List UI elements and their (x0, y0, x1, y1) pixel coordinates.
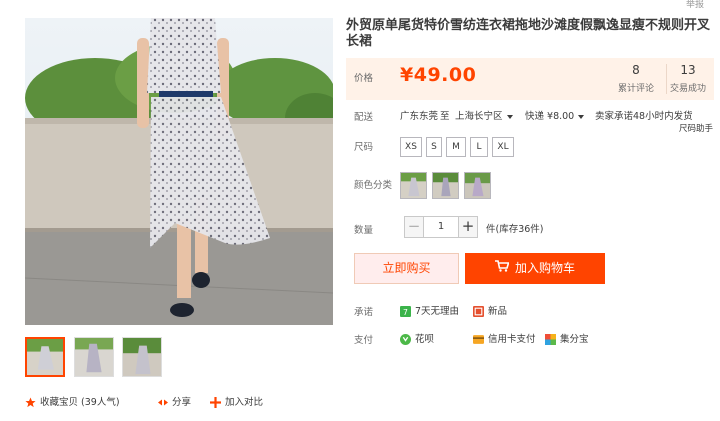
promise-7day[interactable]: 7 7天无理由 (400, 303, 459, 317)
plus-icon (210, 396, 221, 408)
color-swatch-2[interactable] (432, 172, 459, 199)
delivery-from: 广东东莞 (400, 111, 439, 122)
price-label: 价格 (354, 73, 374, 84)
share-link[interactable]: 分享 (157, 394, 191, 408)
payment-huabei-label: 花呗 (415, 334, 435, 345)
delivery-label: 配送 (354, 112, 374, 123)
sales-label: 交易成功 (669, 84, 706, 94)
delivery-destination: 上海长宁区 (455, 111, 503, 122)
compare-label: 加入对比 (225, 397, 264, 408)
shipping-select[interactable]: 快递 ¥8.00 (525, 108, 585, 122)
main-product-image[interactable] (25, 18, 333, 325)
color-label: 颜色分类 (354, 180, 393, 191)
share-label: 分享 (172, 397, 192, 408)
promise-label: 承诺 (354, 307, 374, 318)
quantity-increase-button[interactable]: + (458, 216, 478, 238)
color-swatch-3[interactable] (464, 172, 491, 199)
share-icon (157, 397, 168, 408)
shipping-fee: 快递 ¥8.00 (525, 111, 575, 122)
chevron-down-icon (506, 114, 513, 119)
promise-new[interactable]: 新品 (473, 303, 507, 317)
seven-day-icon: 7 (400, 305, 411, 317)
favorite-label: 收藏宝贝 (39人气) (40, 397, 120, 408)
size-option-l[interactable]: L (470, 137, 488, 157)
review-label[interactable]: 累计评论 (606, 81, 666, 94)
size-option-m[interactable]: M (446, 137, 466, 157)
review-count: 8 (632, 63, 640, 77)
delivery-destination-select[interactable]: 上海长宁区 (455, 108, 513, 122)
compare-link[interactable]: 加入对比 (210, 394, 263, 408)
payment-huabei[interactable]: 花呗 (400, 331, 434, 345)
payment-label: 支付 (354, 335, 374, 346)
huabei-icon (400, 333, 411, 345)
size-option-xs[interactable]: XS (400, 137, 422, 157)
payment-jifenbao[interactable]: 集分宝 (545, 331, 589, 345)
add-to-cart-button[interactable]: 加入购物车 (465, 253, 605, 284)
star-icon (25, 397, 36, 408)
payment-credit-card[interactable]: 信用卡支付 (473, 331, 536, 345)
add-to-cart-label: 加入购物车 (514, 261, 575, 275)
size-label: 尺码 (354, 142, 374, 153)
new-item-icon (473, 305, 484, 317)
report-link[interactable]: 举报 (686, 0, 704, 10)
price-value: ¥49.00 (400, 64, 477, 86)
promise-new-label: 新品 (488, 306, 508, 317)
stock-text: 件(库存36件) (486, 224, 544, 235)
jifenbao-icon (545, 333, 556, 345)
promise-7day-label: 7天无理由 (415, 306, 460, 317)
thumbnail-1[interactable] (25, 337, 65, 377)
favorite-link[interactable]: 收藏宝贝 (39人气) (25, 394, 120, 408)
credit-card-icon (473, 334, 484, 345)
thumbnail-3[interactable] (122, 337, 162, 377)
sales-count: 13 (680, 63, 696, 77)
buy-now-button[interactable]: 立即购买 (354, 253, 459, 284)
delivery-to-word: 至 (440, 111, 450, 122)
size-helper-link[interactable]: 尺码助手 (679, 122, 713, 134)
color-swatch-1[interactable] (400, 172, 427, 199)
size-option-s[interactable]: S (426, 137, 442, 157)
product-title: 外贸原单尾货特价雪纺连衣裙拖地沙滩度假飘逸显瘦不规则开叉长裙 (346, 18, 711, 49)
cart-icon (494, 253, 510, 284)
quantity-decrease-button[interactable]: − (404, 216, 424, 238)
quantity-label: 数量 (354, 225, 374, 236)
delivery-promise: 卖家承诺48小时内发货 (595, 111, 693, 122)
payment-jifenbao-label: 集分宝 (560, 334, 589, 345)
size-option-xl[interactable]: XL (492, 137, 514, 157)
thumbnail-2[interactable] (74, 337, 114, 377)
chevron-down-icon (578, 114, 585, 119)
payment-credit-card-label: 信用卡支付 (488, 334, 536, 345)
quantity-input[interactable]: 1 (424, 216, 458, 238)
svg-text:7: 7 (403, 307, 408, 316)
